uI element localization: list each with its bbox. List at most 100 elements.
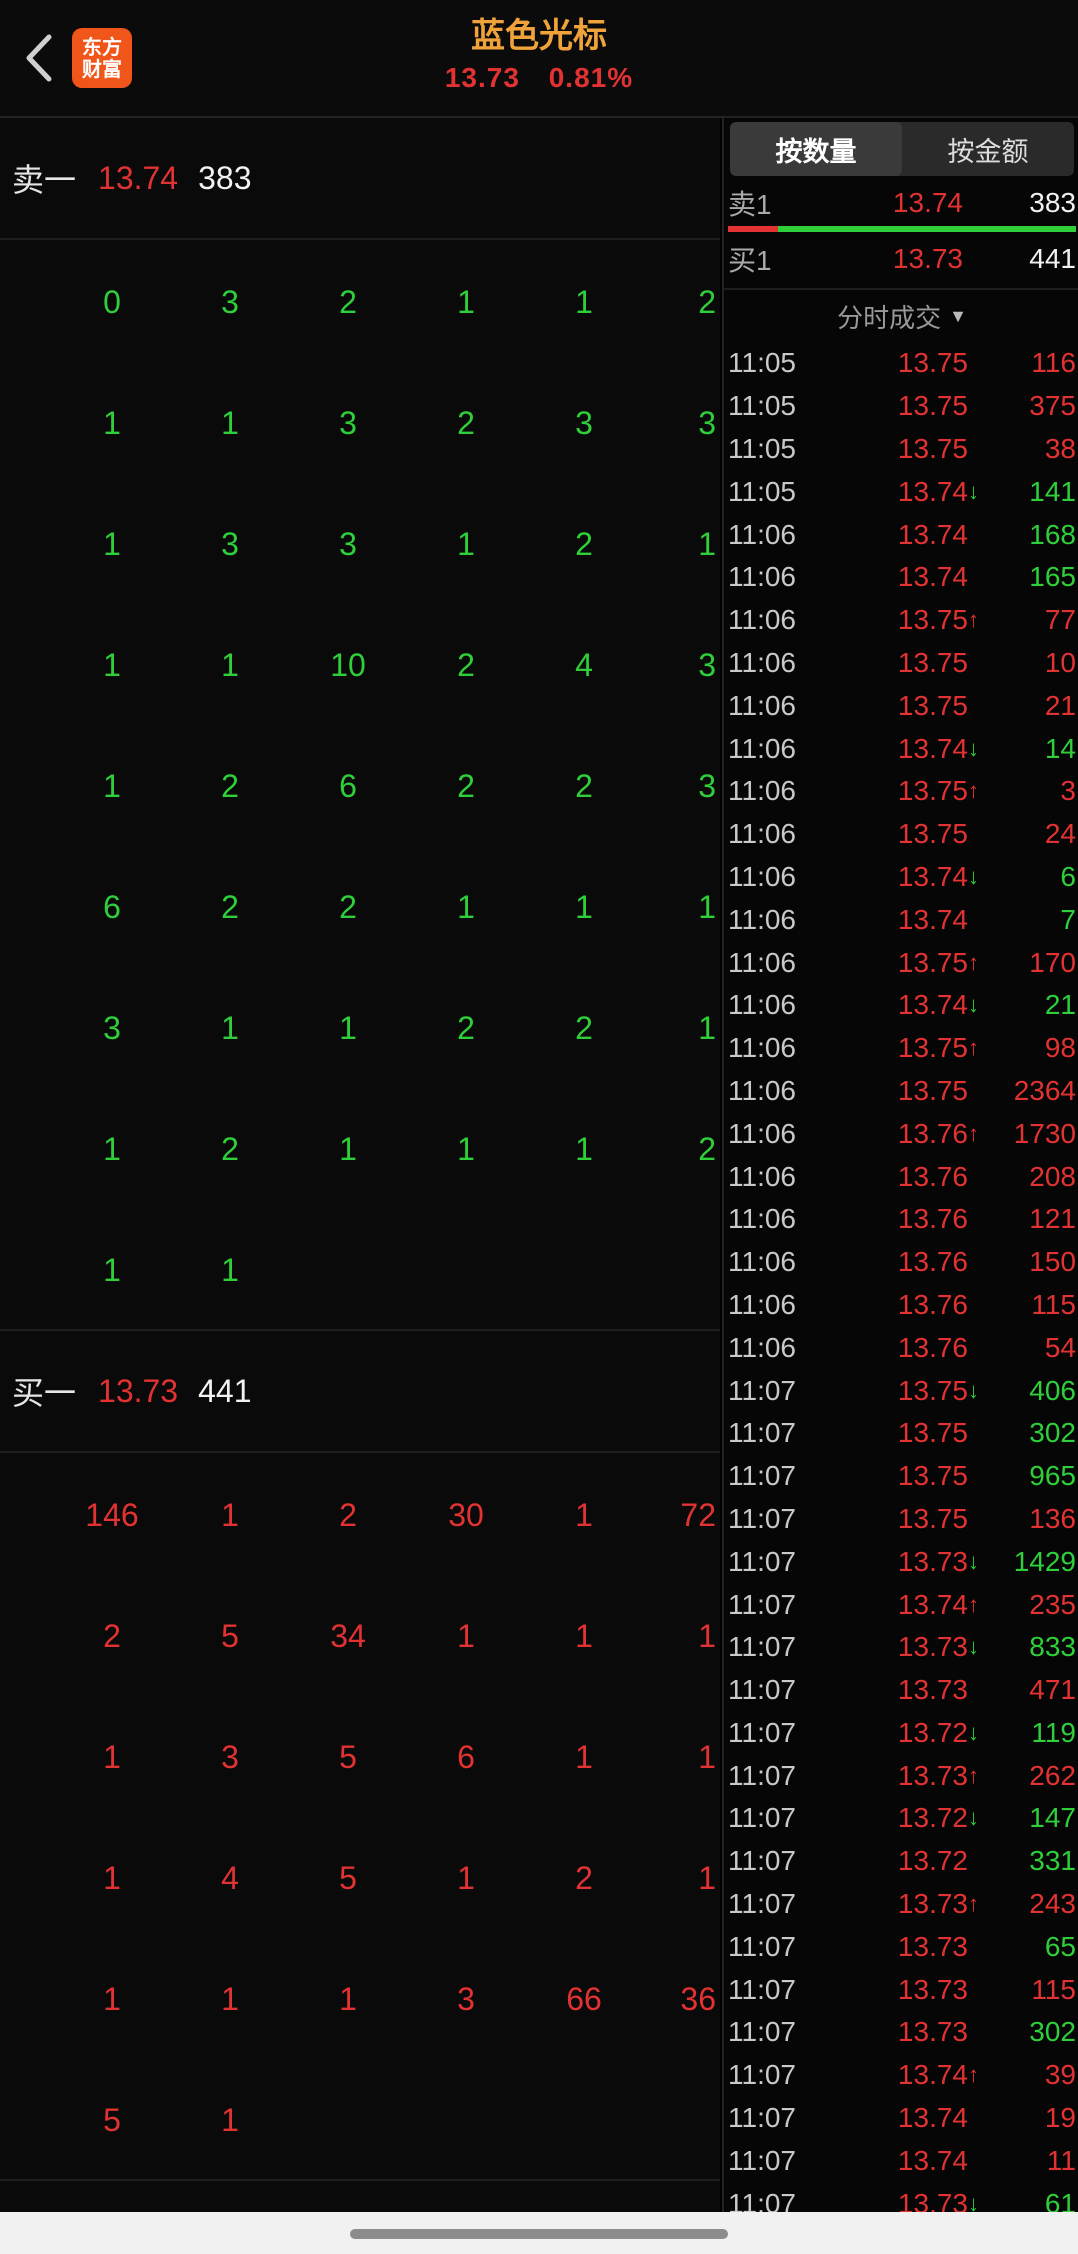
arrow-up-icon: ↑ [968, 1762, 979, 1788]
tick-price: 13.76 [897, 1117, 968, 1149]
queue-order-cell: 2 [457, 647, 475, 683]
arrow-up-icon: ↑ [968, 1120, 979, 1146]
tick-row: 11:07 13.73 115 [724, 1968, 1078, 2011]
queue-order-cell: 3 [698, 647, 716, 683]
tick-time: 11:05 [728, 390, 796, 422]
tick-time: 11:06 [728, 860, 796, 892]
arrow-down-icon: ↓ [968, 735, 979, 761]
tick-row: 11:07 13.73 ↑ 262 [724, 1754, 1078, 1797]
sell1-label: 卖一 [12, 162, 77, 198]
queue-order-cell: 1 [103, 647, 121, 683]
tab-by-quantity[interactable]: 按数量 [730, 122, 902, 176]
caret-down-icon: ▼ [949, 305, 967, 326]
tick-time: 11:06 [728, 646, 796, 678]
tick-price: 13.74 [897, 1588, 968, 1620]
tick-row: 11:06 13.74 165 [724, 556, 1078, 599]
tick-volume: 21 [1044, 989, 1076, 1021]
tick-volume: 235 [1029, 1588, 1076, 1620]
mode-tabs: 按数量 按金额 [730, 122, 1074, 176]
tick-price: 13.72 [897, 1716, 968, 1748]
tick-time: 11:07 [728, 1845, 796, 1877]
sell-queue-grid[interactable]: 0 3 2 1 1 2 1 1 3 2 3 3 1 3 3 1 2 1 1 1 10 2 4 3 1 2 6 2 2 3 6 2 2 1 1 1 3 1 1… [0, 240, 720, 1331]
tick-time: 11:07 [728, 1802, 796, 1834]
buy1-quote-volume: 441 [1029, 243, 1076, 274]
tick-volume: 1730 [1013, 1117, 1076, 1149]
queue-order-cell: 1 [103, 1131, 121, 1167]
sell1-quote-price: 13.74 [892, 187, 963, 218]
queue-order-cell: 2 [339, 284, 357, 320]
buy-queue-grid[interactable]: 146 1 2 30 1 72 2 5 34 1 1 1 1 3 5 6 1 1 1 4 5 1 2 1 1 1 1 3 66 36 5 1 [0, 1453, 720, 2181]
arrow-up-icon: ↑ [968, 1035, 979, 1061]
queue-order-cell: 2 [221, 889, 239, 925]
queue-order-cell: 1 [698, 526, 716, 562]
queue-order-cell: 3 [339, 526, 357, 562]
queue-order-cell: 1 [339, 1010, 357, 1046]
buy1-header: 买一 13.73 441 [0, 1331, 720, 1453]
tick-time: 11:07 [728, 1460, 796, 1492]
queue-order-cell: 1 [339, 1981, 357, 2017]
queue-order-cell: 146 [85, 1497, 139, 1533]
arrow-down-icon: ↓ [968, 1634, 979, 1660]
tick-price: 13.73 [897, 1759, 968, 1791]
tick-volume: 19 [1044, 2102, 1076, 2134]
queue-row: 3 1 1 2 2 1 [0, 966, 720, 1087]
queue-order-cell: 1 [221, 1252, 239, 1288]
queue-order-cell: 6 [339, 768, 357, 804]
tab-by-amount[interactable]: 按金额 [902, 122, 1074, 176]
tick-volume: 65 [1044, 1930, 1076, 1962]
queue-order-cell: 1 [103, 1739, 121, 1775]
tick-time: 11:06 [728, 1160, 796, 1192]
queue-order-cell: 1 [103, 768, 121, 804]
tick-list[interactable]: 11:05 13.75 116 11:05 13.75 375 11:05 13.75 38 11… [724, 342, 1078, 2225]
arrow-down-icon: ↓ [968, 478, 979, 504]
tick-volume: 121 [1029, 1203, 1076, 1235]
tick-volume: 406 [1029, 1374, 1076, 1406]
queue-order-cell: 1 [221, 1497, 239, 1533]
tick-price: 13.73 [897, 1631, 968, 1663]
queue-row: 1 1 1 3 66 36 [0, 1937, 720, 2058]
arrow-up-icon: ↑ [968, 949, 979, 975]
queue-order-cell: 1 [575, 1497, 593, 1533]
tick-price: 13.74 [897, 518, 968, 550]
tick-time: 11:06 [728, 1074, 796, 1106]
arrow-down-icon: ↓ [968, 1377, 979, 1403]
tick-volume: 302 [1029, 2016, 1076, 2048]
ratio-red [728, 226, 778, 232]
tick-time: 11:06 [728, 1288, 796, 1320]
home-indicator[interactable] [350, 2229, 728, 2239]
queue-row: 11 [0, 1208, 720, 1329]
ticks-dropdown[interactable]: 分时成交 ▼ [724, 290, 1078, 342]
tick-price: 13.74 [897, 989, 968, 1021]
tick-time: 11:07 [728, 1588, 796, 1620]
tick-row: 11:07 13.75 965 [724, 1455, 1078, 1498]
queue-order-cell: 1 [457, 1131, 475, 1167]
tick-price: 13.75 [897, 1074, 968, 1106]
queue-order-cell: 2 [457, 1010, 475, 1046]
tick-volume: 77 [1044, 604, 1076, 636]
queue-row: 1 1 10 2 4 3 [0, 603, 720, 724]
arrow-down-icon: ↓ [968, 863, 979, 889]
tick-time: 11:06 [728, 1032, 796, 1064]
tick-time: 11:07 [728, 2144, 796, 2176]
tick-time: 11:06 [728, 946, 796, 978]
tick-row: 11:05 13.75 38 [724, 428, 1078, 471]
tick-price: 13.76 [897, 1246, 968, 1278]
queue-order-cell: 3 [103, 1010, 121, 1046]
tick-volume: 1429 [1013, 1545, 1076, 1577]
tick-time: 11:07 [728, 1374, 796, 1406]
tick-row: 11:06 13.74 168 [724, 513, 1078, 556]
queue-order-cell: 3 [221, 284, 239, 320]
tick-time: 11:07 [728, 1417, 796, 1449]
tick-row: 11:07 13.74 ↑ 235 [724, 1583, 1078, 1626]
tick-row: 11:07 13.73 ↓ 833 [724, 1626, 1078, 1669]
tick-time: 11:06 [728, 1203, 796, 1235]
tick-volume: 471 [1029, 1674, 1076, 1706]
ratio-green [778, 226, 1076, 232]
tick-row: 11:06 13.76 208 [724, 1155, 1078, 1198]
system-nav-bar [0, 2212, 1078, 2254]
tick-price: 13.74 [897, 475, 968, 507]
queue-order-cell: 5 [339, 1739, 357, 1775]
tick-volume: 98 [1044, 1032, 1076, 1064]
tick-row: 11:05 13.75 116 [724, 342, 1078, 385]
queue-order-cell: 3 [457, 1981, 475, 2017]
